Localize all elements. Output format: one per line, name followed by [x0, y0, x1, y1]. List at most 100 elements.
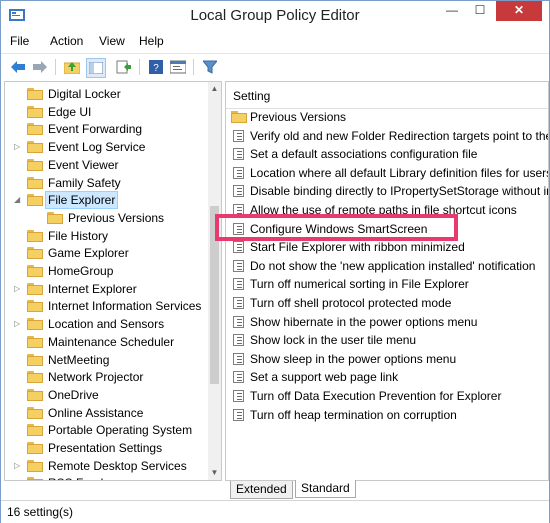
tree-item[interactable]: ▷ Remote Desktop Services [5, 457, 205, 475]
tree-item-label: Event Log Service [48, 140, 146, 155]
tab-standard[interactable]: Standard [295, 480, 356, 498]
tree-item[interactable]: Online Assistance [5, 404, 205, 422]
tree-item-label: Network Projector [48, 370, 144, 385]
menu-action[interactable]: Action [50, 34, 83, 48]
setting-label: Turn off numerical sorting in File Explo… [250, 277, 469, 292]
tree-item[interactable]: OneDrive [5, 386, 205, 404]
expand-arrow-icon[interactable]: ▷ [14, 280, 22, 298]
tree-item-label: Event Viewer [48, 157, 119, 172]
show-hide-tree-icon[interactable] [86, 58, 106, 78]
filter-icon[interactable] [201, 58, 219, 76]
minimize-button[interactable]: — [439, 1, 465, 21]
properties-icon[interactable] [169, 58, 187, 76]
tree-item[interactable]: Maintenance Scheduler [5, 333, 205, 351]
setting-label: Location where all default Library defin… [250, 165, 549, 180]
scroll-up-arrow-icon[interactable]: ▲ [208, 82, 221, 96]
folder-icon [27, 105, 43, 118]
setting-row[interactable]: Set a support web page link [226, 368, 548, 386]
setting-row[interactable]: Location where all default Library defin… [226, 164, 548, 182]
tree-item-label: Presentation Settings [48, 441, 163, 455]
setting-row[interactable]: Set a default associations configuration… [226, 145, 548, 163]
tree-item[interactable]: ▷ Internet Explorer [5, 280, 205, 298]
folder-icon [27, 388, 43, 401]
setting-label: Do not show the 'new application install… [250, 258, 536, 273]
setting-row[interactable]: Do not show the 'new application install… [226, 257, 548, 275]
menu-view[interactable]: View [99, 34, 125, 48]
setting-row[interactable]: Show hibernate in the power options menu [226, 313, 548, 331]
tree-item[interactable]: ▷ Location and Sensors [5, 315, 205, 333]
tree-item[interactable]: File History [5, 227, 205, 245]
expand-arrow-icon[interactable]: ◢ [14, 191, 22, 209]
maximize-button[interactable]: ☐ [467, 1, 493, 21]
menu-help[interactable]: Help [139, 34, 164, 48]
expand-arrow-icon[interactable]: ▷ [14, 138, 22, 156]
tree-item[interactable]: Presentation Settings [5, 439, 205, 457]
tree-item-label: Location and Sensors [48, 317, 165, 332]
tree-item[interactable]: ◢ File Explorer [5, 191, 205, 210]
back-arrow-icon[interactable] [9, 58, 27, 76]
tree-item[interactable]: NetMeeting [5, 351, 205, 369]
setting-label: Show hibernate in the power options menu [250, 314, 478, 329]
expand-arrow-icon[interactable]: ▷ [14, 457, 22, 475]
folder-icon [27, 247, 43, 260]
tree-item[interactable]: ▷ Event Log Service [5, 138, 205, 156]
tree-item[interactable]: Previous Versions [5, 209, 205, 227]
setting-row[interactable]: Turn off Data Execution Prevention for E… [226, 387, 548, 405]
setting-row[interactable]: Turn off numerical sorting in File Explo… [226, 275, 548, 293]
forward-arrow-icon[interactable] [31, 58, 49, 76]
tree-item-label: NetMeeting [48, 352, 110, 367]
tree-item[interactable]: Internet Information Services [5, 297, 205, 315]
setting-label: Turn off shell protocol protected mode [250, 296, 452, 310]
tree-item[interactable]: HomeGroup [5, 262, 205, 280]
menu-file[interactable]: File [10, 34, 29, 48]
tree-item[interactable]: Edge UI [5, 103, 205, 121]
tree-item[interactable]: Family Safety [5, 174, 205, 192]
folder-icon [27, 459, 43, 472]
folder-icon [27, 424, 43, 437]
column-header-label: Setting [233, 89, 271, 103]
tree-item-label: Internet Information Services [48, 299, 202, 314]
tree-item[interactable]: Event Viewer [5, 156, 205, 174]
setting-row[interactable]: Turn off shell protocol protected mode [226, 294, 548, 312]
toolbar-separator [139, 59, 140, 75]
export-list-icon[interactable] [115, 58, 133, 76]
help-icon[interactable]: ? [147, 58, 165, 76]
navigation-tree[interactable]: Digital Locker Edge UI Event Forwarding ▷ Ev… [4, 81, 222, 481]
policy-setting-icon [233, 148, 244, 161]
policy-setting-icon [233, 241, 244, 254]
policy-setting-icon [233, 166, 244, 179]
title-bar[interactable]: Local Group Policy Editor — ☐ ✕ [1, 1, 549, 32]
expand-arrow-icon[interactable]: ▷ [14, 315, 22, 333]
tree-item[interactable]: Event Forwarding [5, 120, 205, 138]
setting-row[interactable]: Disable binding directly to IPropertySet… [226, 182, 548, 200]
tree-item[interactable]: Game Explorer [5, 244, 205, 262]
tree-vertical-scrollbar[interactable]: ▲ ▼ [208, 82, 221, 480]
tree-item[interactable]: RSS Feeds [5, 474, 205, 480]
column-header-setting[interactable]: Setting [226, 82, 548, 109]
tree-item[interactable]: Network Projector [5, 368, 205, 386]
scroll-down-arrow-icon[interactable]: ▼ [208, 466, 221, 480]
setting-row[interactable]: Verify old and new Folder Redirection ta… [226, 127, 548, 145]
folder-row[interactable]: Previous Versions [226, 108, 548, 126]
folder-icon [27, 265, 43, 277]
setting-row[interactable]: Show sleep in the power options menu [226, 350, 548, 368]
folder-icon [27, 158, 43, 171]
settings-list-pane: Setting Previous Versions Verify old and … [225, 81, 549, 481]
up-folder-icon[interactable] [63, 58, 81, 76]
tree-item[interactable]: Portable Operating System [5, 421, 205, 439]
setting-row[interactable]: Show lock in the user tile menu [226, 331, 548, 349]
tab-extended[interactable]: Extended [230, 481, 293, 499]
setting-row[interactable]: Turn off heap termination on corruption [226, 406, 548, 424]
folder-icon [27, 353, 43, 366]
close-button[interactable]: ✕ [496, 1, 542, 21]
folder-icon [27, 371, 43, 384]
tree-item-label: Edge UI [48, 104, 92, 119]
tree-item[interactable]: Digital Locker [5, 85, 205, 103]
